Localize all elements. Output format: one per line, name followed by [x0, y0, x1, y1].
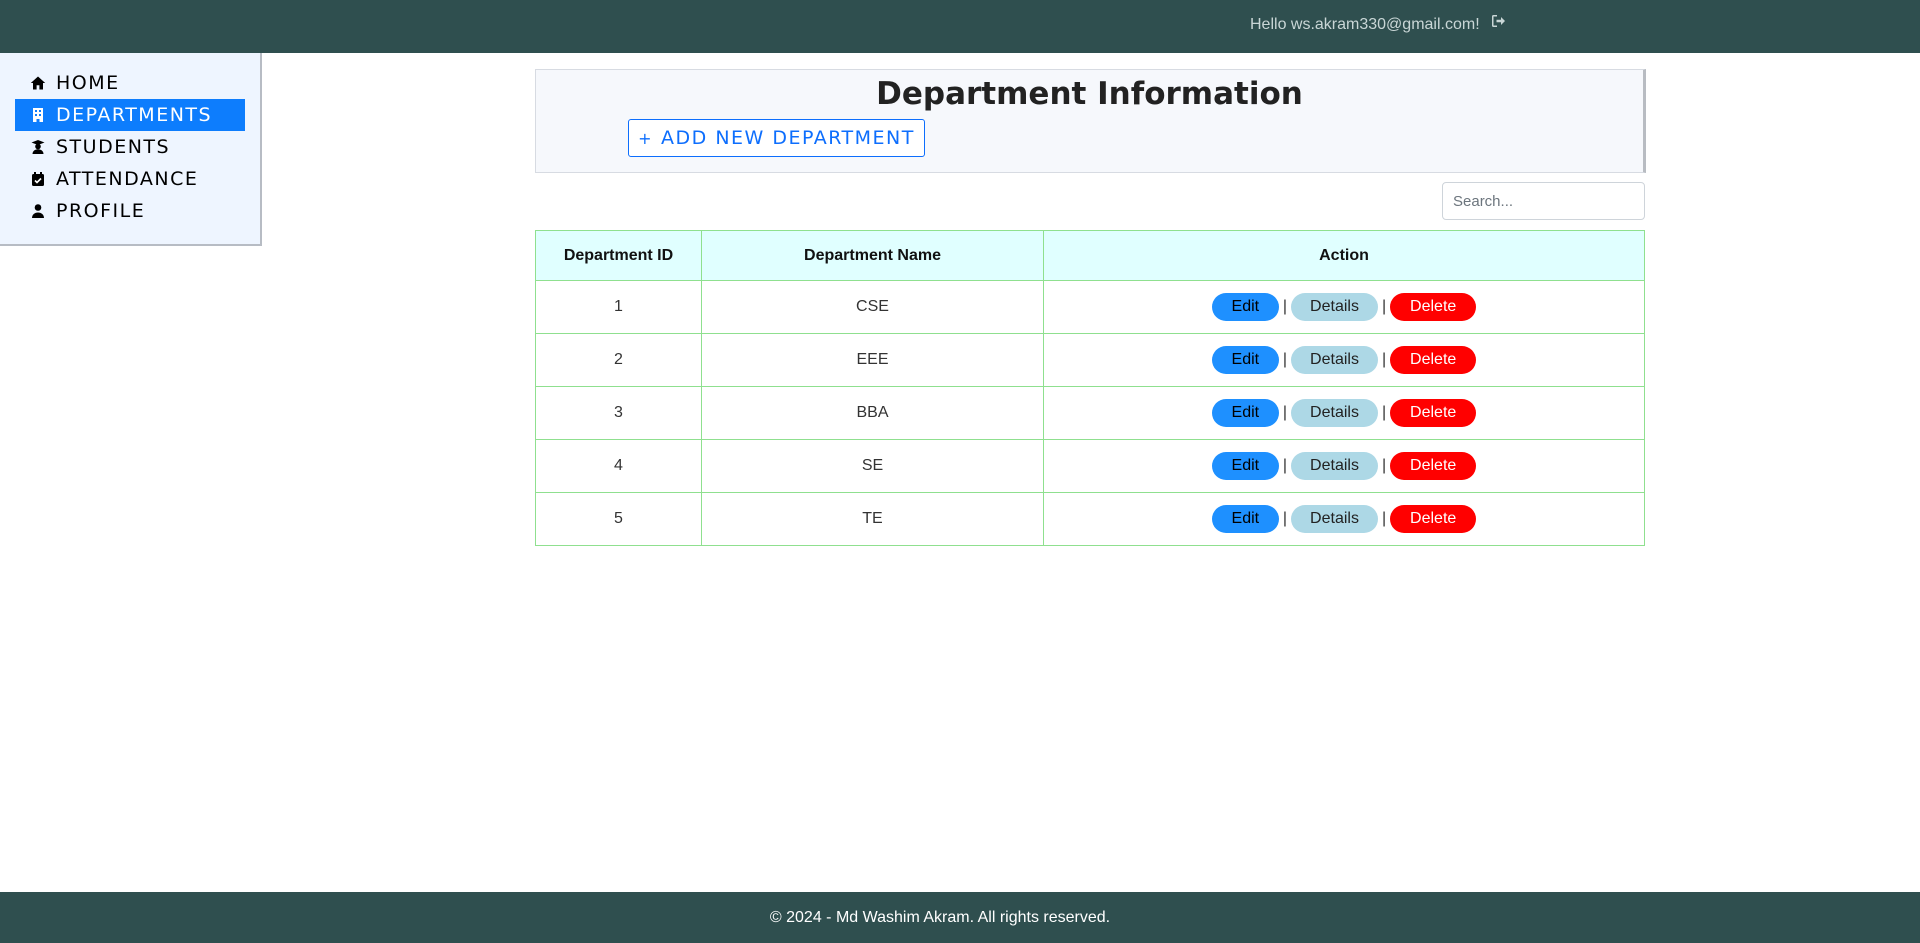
details-button[interactable]: Details	[1291, 293, 1378, 321]
department-table: Department ID Department Name Action 1 C…	[535, 230, 1645, 546]
department-id-cell: 4	[535, 439, 702, 493]
sidebar-item-students[interactable]: STUDENTS	[15, 131, 245, 163]
sidebar-item-label: DEPARTMENTS	[56, 104, 213, 126]
action-cell: Edit | Details | Delete	[1043, 439, 1645, 493]
sign-out-icon[interactable]	[1491, 13, 1507, 29]
separator: |	[1382, 457, 1387, 474]
details-button[interactable]: Details	[1291, 452, 1378, 480]
department-id-cell: 1	[535, 280, 702, 334]
department-id-cell: 5	[535, 492, 702, 546]
table-header-row: Department ID Department Name Action	[535, 230, 1645, 281]
edit-button[interactable]: Edit	[1211, 293, 1279, 321]
department-name-cell: BBA	[701, 386, 1044, 440]
footer: © 2024 - Md Washim Akram. All rights res…	[0, 892, 1920, 943]
sidebar-item-departments[interactable]: DEPARTMENTS	[15, 99, 245, 131]
separator: |	[1282, 351, 1287, 368]
add-department-label: ADD NEW DEPARTMENT	[661, 127, 915, 149]
sidebar-item-profile[interactable]: PROFILE	[15, 195, 245, 227]
table-row: 5 TE Edit | Details | Delete	[535, 492, 1645, 546]
action-cell: Edit | Details | Delete	[1043, 280, 1645, 334]
separator: |	[1282, 404, 1287, 421]
delete-button[interactable]: Delete	[1390, 399, 1477, 427]
copyright-text: © 2024 - Md Washim Akram. All rights res…	[769, 908, 1111, 926]
table-row: 1 CSE Edit | Details | Delete	[535, 280, 1645, 334]
department-name-cell: EEE	[701, 333, 1044, 387]
sidebar-item-label: PROFILE	[56, 200, 146, 222]
table-row: 2 EEE Edit | Details | Delete	[535, 333, 1645, 387]
table-row: 3 BBA Edit | Details | Delete	[535, 386, 1645, 440]
details-button[interactable]: Details	[1291, 505, 1378, 533]
separator: |	[1382, 351, 1387, 368]
user-greeting[interactable]: Hello ws.akram330@gmail.com!	[1250, 16, 1480, 34]
calendar-check-icon	[29, 170, 47, 188]
edit-button[interactable]: Edit	[1211, 505, 1279, 533]
add-department-button[interactable]: + ADD NEW DEPARTMENT	[628, 119, 925, 157]
separator: |	[1382, 298, 1387, 315]
edit-button[interactable]: Edit	[1211, 452, 1279, 480]
delete-button[interactable]: Delete	[1390, 346, 1477, 374]
separator: |	[1382, 404, 1387, 421]
department-id-cell: 2	[535, 333, 702, 387]
separator: |	[1382, 510, 1387, 527]
department-name-cell: SE	[701, 439, 1044, 493]
plus-icon: +	[638, 128, 654, 148]
home-icon	[29, 74, 47, 92]
column-header-name: Department Name	[701, 230, 1044, 281]
building-icon	[29, 106, 47, 124]
details-button[interactable]: Details	[1291, 399, 1378, 427]
column-header-action: Action	[1043, 230, 1645, 281]
department-name-cell: CSE	[701, 280, 1044, 334]
sidebar-item-home[interactable]: HOME	[15, 67, 245, 99]
sidebar-item-label: HOME	[56, 72, 120, 94]
separator: |	[1282, 298, 1287, 315]
sidebar-item-label: ATTENDANCE	[56, 168, 199, 190]
column-header-id: Department ID	[535, 230, 702, 281]
top-navbar: Hello ws.akram330@gmail.com!	[0, 0, 1920, 53]
page-header-card: Department Information + ADD NEW DEPARTM…	[535, 69, 1646, 173]
delete-button[interactable]: Delete	[1390, 452, 1477, 480]
sidebar-item-label: STUDENTS	[56, 136, 171, 158]
page-title: Department Information	[876, 76, 1303, 112]
action-cell: Edit | Details | Delete	[1043, 333, 1645, 387]
search-input[interactable]	[1442, 182, 1645, 220]
separator: |	[1282, 510, 1287, 527]
sidebar-item-attendance[interactable]: ATTENDANCE	[15, 163, 245, 195]
user-icon	[29, 202, 47, 220]
department-name-cell: TE	[701, 492, 1044, 546]
department-id-cell: 3	[535, 386, 702, 440]
table-row: 4 SE Edit | Details | Delete	[535, 439, 1645, 493]
action-cell: Edit | Details | Delete	[1043, 386, 1645, 440]
edit-button[interactable]: Edit	[1211, 399, 1279, 427]
graduate-icon	[29, 138, 47, 156]
separator: |	[1282, 457, 1287, 474]
action-cell: Edit | Details | Delete	[1043, 492, 1645, 546]
sidebar-nav: HOME DEPARTMENTS STUDENTS ATTENDANCE PRO…	[0, 53, 262, 246]
delete-button[interactable]: Delete	[1390, 505, 1477, 533]
details-button[interactable]: Details	[1291, 346, 1378, 374]
delete-button[interactable]: Delete	[1390, 293, 1477, 321]
edit-button[interactable]: Edit	[1211, 346, 1279, 374]
